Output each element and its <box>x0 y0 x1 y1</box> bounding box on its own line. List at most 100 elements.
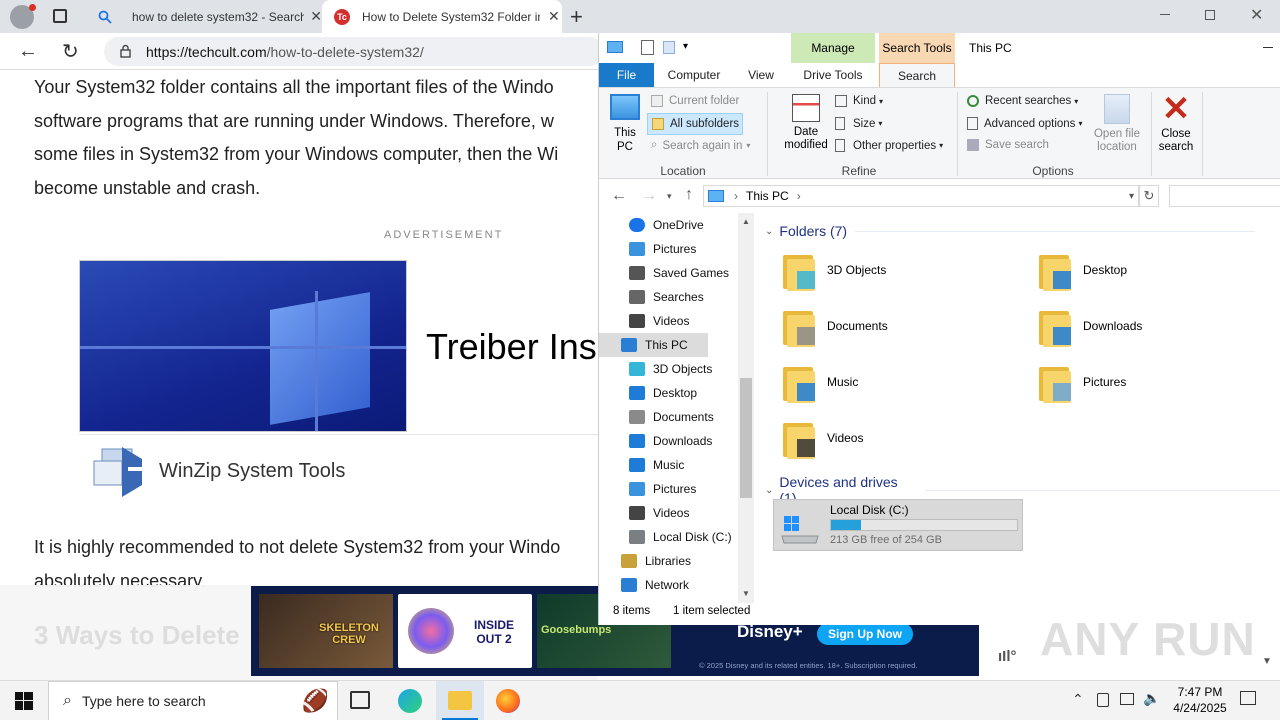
network-icon[interactable] <box>1120 693 1134 705</box>
nav-item-label: Local Disk (C:) <box>653 530 732 544</box>
nav-item[interactable]: Libraries <box>621 549 691 573</box>
nav-scrollbar[interactable]: ▲ ▼ <box>738 213 754 603</box>
view-tab[interactable]: View <box>735 63 787 87</box>
up-icon[interactable]: ↑ <box>685 186 693 204</box>
nav-item[interactable]: OneDrive <box>629 213 704 237</box>
section-heading: 3 Ways to Delete <box>34 620 240 650</box>
search-again-button[interactable]: ⌕ Search again in ▾ <box>651 139 750 152</box>
date-modified-button[interactable]: Date modified <box>781 94 831 152</box>
tab-techcult[interactable]: Tc How to Delete System32 Folder in ✕ <box>322 0 562 33</box>
nav-item[interactable]: Desktop <box>629 381 697 405</box>
folder-item[interactable]: Pictures <box>1037 363 1277 413</box>
clock-time: 7:47 PM <box>1177 685 1223 699</box>
volume-icon[interactable]: 🔈 <box>1143 690 1160 707</box>
folder-item[interactable]: Videos <box>781 419 1021 469</box>
poster-title: SKELETON CREW <box>319 622 379 646</box>
refresh-icon[interactable]: ↻ <box>1139 185 1159 207</box>
close-window-icon[interactable]: ✕ <box>1250 5 1263 25</box>
folder-label: Music <box>827 375 859 389</box>
firefox-icon[interactable] <box>496 689 520 713</box>
refresh-icon[interactable]: ↻ <box>62 39 79 64</box>
customize-quick-access-icon[interactable]: ▾ <box>683 41 688 52</box>
tab-search[interactable]: how to delete system32 - Search ✕ <box>86 0 322 33</box>
scroll-down-icon[interactable]: ▼ <box>1262 656 1272 667</box>
search-tab[interactable]: Search <box>879 63 955 87</box>
current-folder-button[interactable]: Current folder <box>651 95 739 107</box>
windows-start-icon[interactable] <box>15 692 33 710</box>
scroll-up-icon[interactable]: ▲ <box>742 217 750 226</box>
all-subfolders-button[interactable]: All subfolders <box>647 113 743 135</box>
save-search-button[interactable]: Save search <box>967 139 1049 151</box>
sign-up-button[interactable]: Sign Up Now <box>817 623 913 645</box>
profile-badge <box>29 4 36 11</box>
folder-item[interactable]: Documents <box>781 307 1021 357</box>
nav-item[interactable]: Saved Games <box>629 261 729 285</box>
drive-label: Local Disk (C:) <box>830 503 909 517</box>
folder-item[interactable]: Desktop <box>1037 251 1277 301</box>
file-explorer-taskbar-button[interactable] <box>436 681 484 720</box>
nav-item[interactable]: Videos <box>629 501 689 525</box>
task-view-icon[interactable] <box>350 691 370 709</box>
minimize-icon[interactable] <box>1160 14 1170 15</box>
show-hidden-icons[interactable]: ⌃ <box>1072 691 1084 708</box>
nav-item[interactable]: Pictures <box>629 477 696 501</box>
nav-item[interactable]: Music <box>629 453 684 477</box>
nav-item[interactable]: This PC <box>599 333 708 357</box>
url-path: /how-to-delete-system32/ <box>266 43 424 60</box>
taskbar-search-box[interactable]: ⌕ Type here to search 🏈 <box>48 681 338 720</box>
open-file-location-button[interactable]: Open file location <box>1089 94 1145 154</box>
forward-icon[interactable]: → <box>641 187 657 205</box>
nav-item[interactable]: Videos <box>629 309 689 333</box>
nav-item[interactable]: 3D Objects <box>629 357 712 381</box>
kind-button[interactable]: Kind ▾ <box>835 95 883 107</box>
nav-item[interactable]: Network <box>621 573 689 597</box>
back-icon[interactable]: ← <box>611 187 627 205</box>
tab-actions-icon[interactable] <box>53 9 67 23</box>
drive-tools-tab[interactable]: Drive Tools <box>791 63 875 87</box>
scroll-down-icon[interactable]: ▼ <box>742 589 750 598</box>
address-bar[interactable]: https://techcult.com/how-to-delete-syste… <box>104 37 604 66</box>
nav-item[interactable]: Searches <box>629 285 704 309</box>
ribbon: This PC Current folder All subfolders ⌕ S… <box>599 87 1280 179</box>
scrollbar-thumb[interactable] <box>740 378 752 498</box>
folders-group-header[interactable]: ⌄ Folders (7) <box>765 223 1256 239</box>
other-properties-button[interactable]: Other properties ▾ <box>835 139 943 152</box>
notifications-icon[interactable] <box>1240 691 1256 705</box>
local-disk-tile[interactable]: Local Disk (C:) 213 GB free of 254 GB <box>773 499 1023 551</box>
nav-item[interactable]: Downloads <box>629 429 712 453</box>
properties-icon[interactable] <box>641 40 654 55</box>
file-tab[interactable]: File <box>599 63 654 87</box>
address-box[interactable]: › This PC › ▾ <box>703 185 1139 207</box>
recent-locations-icon[interactable]: ▾ <box>667 191 672 202</box>
folder-item[interactable]: Downloads <box>1037 307 1277 357</box>
close-tab-icon[interactable]: ✕ <box>548 8 560 25</box>
this-pc-button[interactable]: This PC <box>607 94 643 154</box>
computer-tab[interactable]: Computer <box>659 63 729 87</box>
size-button[interactable]: Size ▾ <box>835 117 882 130</box>
manage-context-tab[interactable]: Manage <box>791 33 875 63</box>
back-icon[interactable]: ← <box>18 40 38 63</box>
new-folder-icon[interactable] <box>663 41 675 54</box>
ad-product-name[interactable]: WinZip System Tools <box>159 460 345 483</box>
nav-item[interactable]: Local Disk (C:) <box>629 525 732 549</box>
advanced-options-button[interactable]: Advanced options ▾ <box>967 117 1082 130</box>
clock[interactable]: 7:47 PM 4/24/2025 <box>1160 684 1240 716</box>
restore-icon[interactable] <box>1205 10 1215 20</box>
close-tab-icon[interactable]: ✕ <box>310 8 322 25</box>
address-dropdown-icon[interactable]: ▾ <box>1129 191 1134 202</box>
search-box[interactable] <box>1169 185 1280 207</box>
new-tab-icon[interactable]: + <box>570 4 583 30</box>
nav-item[interactable]: Documents <box>629 405 714 429</box>
folder-item[interactable]: 3D Objects <box>781 251 1021 301</box>
folder-item[interactable]: Music <box>781 363 1021 413</box>
edge-icon[interactable] <box>398 689 422 713</box>
ad-windows-image[interactable] <box>79 260 407 432</box>
search-tools-context-tab[interactable]: Search Tools <box>879 33 955 63</box>
recent-searches-button[interactable]: Recent searches ▾ <box>967 95 1078 107</box>
nav-item[interactable]: Pictures <box>629 237 696 261</box>
device-icon[interactable] <box>1097 693 1109 707</box>
minimize-icon[interactable] <box>1263 47 1273 48</box>
close-search-button[interactable]: ✕ Close search <box>1153 92 1199 154</box>
ad-choices-icon[interactable]: ıIl° <box>998 648 1017 665</box>
ad-headline[interactable]: Treiber Ins <box>426 326 597 368</box>
